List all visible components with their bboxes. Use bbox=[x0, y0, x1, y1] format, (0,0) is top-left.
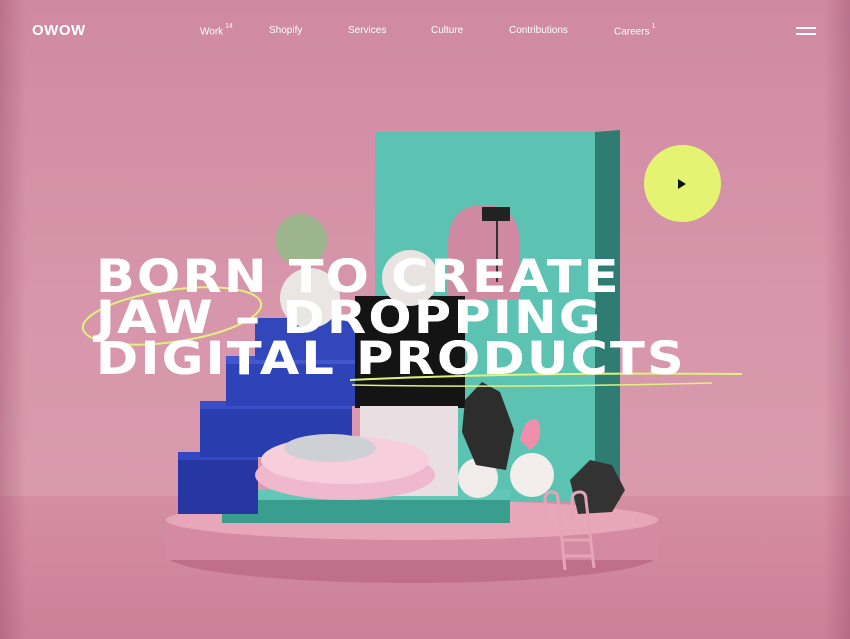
nav-item-shopify[interactable]: Shopify bbox=[269, 25, 302, 36]
nav-item-work[interactable]: Work 14 bbox=[200, 23, 233, 37]
nav-item-contributions[interactable]: Contributions bbox=[509, 25, 568, 36]
hero-headline: BORN TO CREATE JAW – DROPPING DIGITAL PR… bbox=[96, 254, 686, 385]
nav-item-careers[interactable]: Careers 1 bbox=[614, 23, 656, 37]
play-video-button[interactable] bbox=[644, 145, 721, 222]
careers-count: 1 bbox=[651, 23, 656, 30]
owow-logo[interactable]: OWOW bbox=[32, 22, 86, 39]
nav-item-culture[interactable]: Culture bbox=[431, 25, 463, 36]
work-count: 14 bbox=[225, 23, 233, 30]
hamburger-icon[interactable] bbox=[796, 26, 816, 36]
nav-item-services[interactable]: Services bbox=[348, 25, 386, 36]
left-edge-shadow bbox=[0, 0, 26, 639]
play-icon bbox=[678, 179, 686, 189]
right-edge-shadow bbox=[824, 0, 850, 639]
headline-line-3: DIGITAL PRODUCTS bbox=[96, 332, 686, 385]
site-header: OWOW Work 14 Shopify Services Culture Con… bbox=[0, 0, 850, 62]
